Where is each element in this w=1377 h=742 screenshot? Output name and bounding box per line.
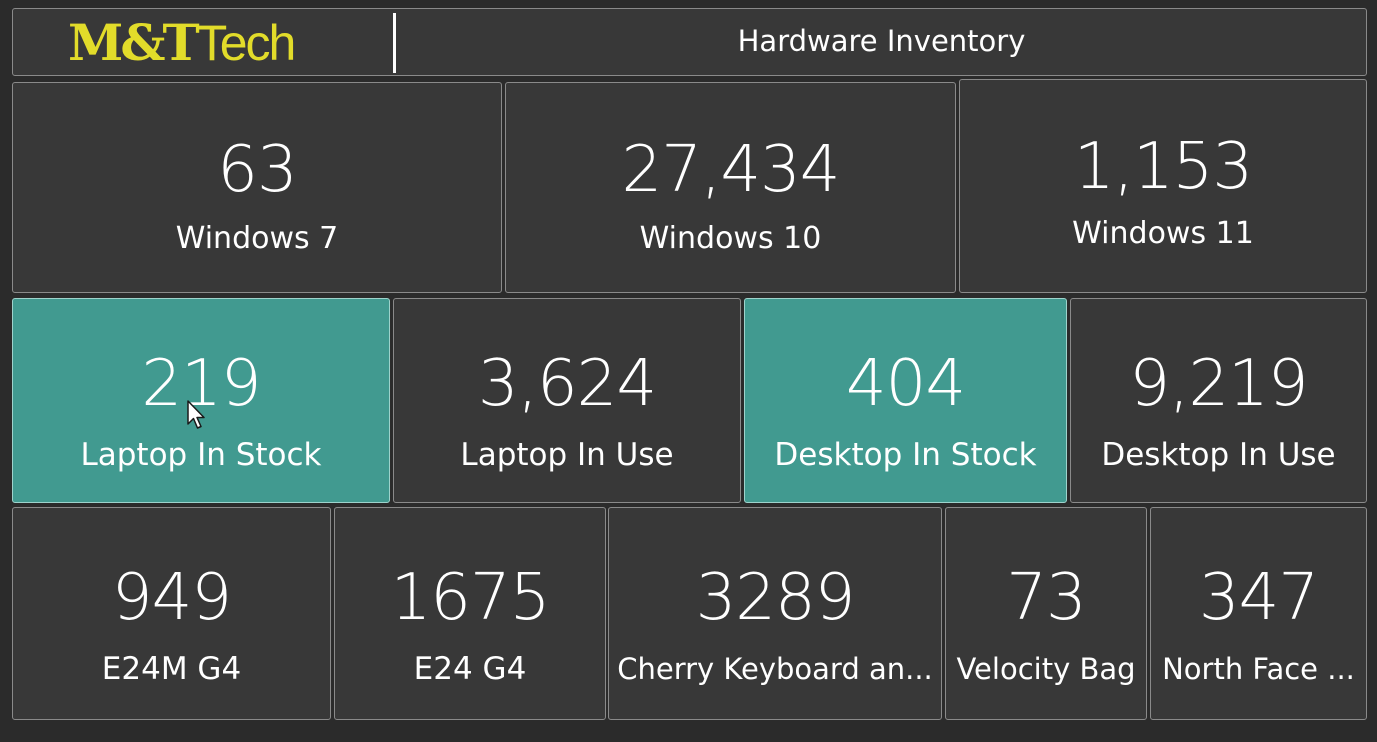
tile-value: 1675 [390,561,551,635]
tile-label: Desktop In Stock [774,437,1037,473]
tile-value: 9,219 [1129,347,1308,421]
tile-value: 63 [217,133,297,207]
tile-label: Windows 11 [1072,216,1254,251]
tile-value: 1,153 [1073,130,1253,204]
tile-desktop-in-stock[interactable]: 404 Desktop In Stock [744,298,1067,503]
tile-value: 27,434 [621,133,841,207]
tile-label: Cherry Keyboard an... [617,652,933,686]
tile-value: 73 [1006,561,1086,635]
company-logo: M&TTech [68,13,297,72]
tile-label: Desktop In Use [1101,437,1336,473]
tile-laptop-in-stock[interactable]: 219 Laptop In Stock [12,298,390,503]
tile-label: North Face ... [1162,652,1355,686]
tile-value: 949 [111,561,232,635]
tile-label: Velocity Bag [956,652,1136,686]
tile-value: 3289 [695,561,856,635]
tile-label: E24 G4 [413,651,527,687]
tile-laptop-in-use[interactable]: 3,624 Laptop In Use [393,298,741,503]
tile-cherry-keyboard[interactable]: 3289 Cherry Keyboard an... [608,507,942,720]
tile-windows-7[interactable]: 63 Windows 7 [12,82,502,293]
tile-desktop-in-use[interactable]: 9,219 Desktop In Use [1070,298,1367,503]
tile-e24-g4[interactable]: 1675 E24 G4 [334,507,606,720]
tile-windows-10[interactable]: 27,434 Windows 10 [505,82,956,293]
tile-value: 347 [1198,561,1319,635]
tile-value: 404 [845,347,966,421]
tile-label: Windows 7 [175,221,339,256]
hardware-inventory-dashboard: M&TTech Hardware Inventory 63 Windows 7 … [0,0,1377,742]
logo-bold-text: M&T [68,13,200,72]
tile-label: Laptop In Stock [80,437,322,473]
tile-label: E24M G4 [101,651,242,687]
logo-light-text: Tech [196,15,297,71]
tile-windows-11[interactable]: 1,153 Windows 11 [959,79,1367,293]
tile-e24m-g4[interactable]: 949 E24M G4 [12,507,331,720]
dashboard-title: Hardware Inventory [737,24,1026,58]
tile-value: 219 [141,347,261,421]
header-divider [393,13,396,73]
tile-velocity-bag[interactable]: 73 Velocity Bag [945,507,1147,720]
tile-label: Windows 10 [639,221,822,256]
tile-value: 3,624 [477,347,657,421]
tile-label: Laptop In Use [460,437,674,473]
tile-north-face[interactable]: 347 North Face ... [1150,507,1367,720]
dashboard-header: M&TTech Hardware Inventory [12,8,1367,76]
